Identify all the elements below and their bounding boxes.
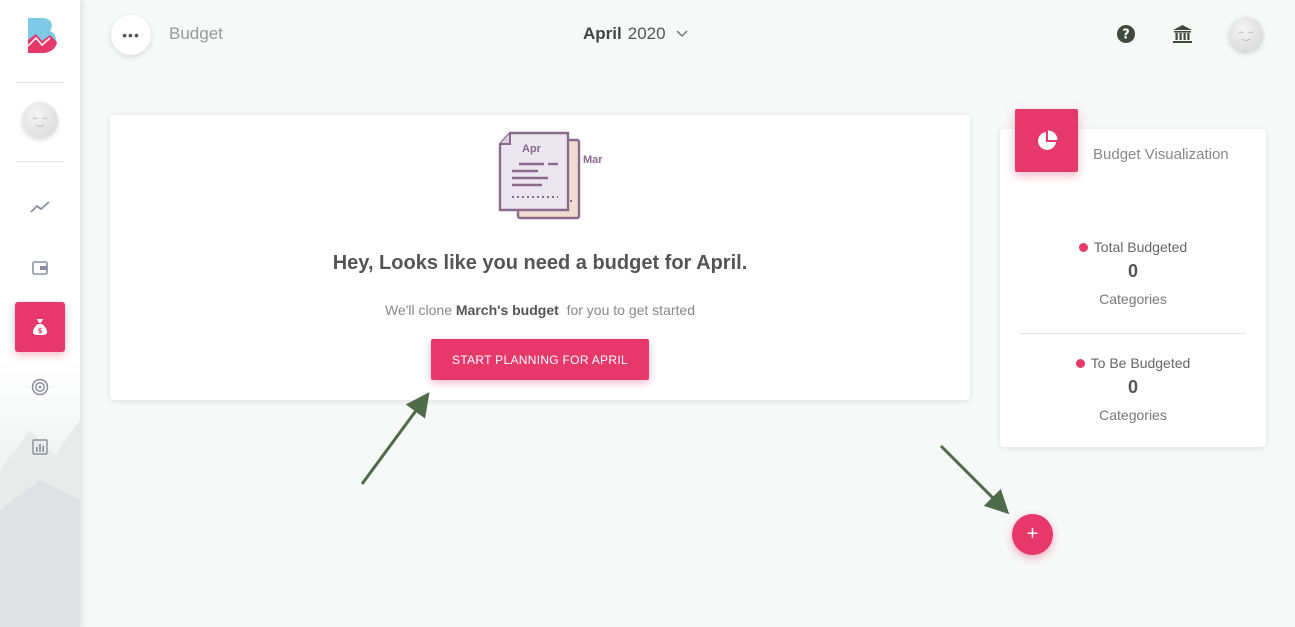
trend-line-icon [30,201,50,213]
user-avatar[interactable] [1229,17,1263,51]
chevron-down-icon [676,30,688,38]
wallet-icon [32,261,48,275]
legend-dot [1078,242,1088,252]
page-title: Budget [169,24,223,43]
sidebar-item-wallet[interactable] [15,243,65,293]
empty-state-heading: Hey, Looks like you need a budget for Ap… [332,252,748,274]
sidebar-item-reports[interactable] [15,422,65,472]
subtitle-strong: March's budget [455,302,559,318]
sidebar-avatar[interactable] [22,102,58,138]
to-be-budgeted-stat: To Be Budgeted 0 Categories [1000,355,1266,423]
more-dots-icon: ••• [122,27,140,43]
bank-icon[interactable] [1172,24,1194,46]
month-selector[interactable]: April 2020 [583,24,688,44]
documents-illustration: Apr Mar [498,131,623,226]
stat-label: Total Budgeted [1093,239,1188,255]
subtitle-suffix: for you to get started [558,302,695,318]
stat-unit: Categories [1099,407,1167,423]
pie-chart-tile [1015,109,1078,172]
help-circle-icon[interactable]: ? [1116,24,1138,46]
stat-unit: Categories [1099,291,1167,307]
start-planning-button[interactable]: START PLANNING FOR APRIL [431,339,649,380]
stat-divider [1020,333,1246,334]
stat-label: To Be Budgeted [1090,355,1191,371]
sidebar: $ [0,0,80,627]
subtitle-prefix: We'll clone [385,302,456,318]
app-logo[interactable] [26,16,60,56]
selected-year: 2020 [627,24,666,43]
annotation-arrow [939,444,1010,515]
pie-chart-icon [1037,130,1057,150]
target-icon [31,378,49,396]
add-button[interactable]: + [1012,514,1053,555]
legend-dot [1075,358,1085,368]
annotation-arrow [360,392,430,485]
total-budgeted-stat: Total Budgeted 0 Categories [1000,239,1266,307]
back-doc-label: Mar [583,154,603,166]
stat-value: 0 [1127,377,1138,397]
sidebar-item-goals[interactable] [15,362,65,412]
more-menu-button[interactable]: ••• [111,15,151,55]
budget-visualization-card: Budget Visualization Total Budgeted 0 Ca… [1000,129,1266,447]
empty-state-subtitle: We'll clone March's budget for you to ge… [110,302,970,318]
sidebar-divider [16,82,64,83]
bar-chart-icon [32,439,48,455]
stat-value: 0 [1127,261,1138,281]
sidebar-divider [16,161,64,162]
front-doc-label: Apr [522,143,542,155]
visualization-title: Budget Visualization [1093,146,1229,163]
sidebar-item-budget[interactable]: $ [15,302,65,352]
empty-budget-card: Apr Mar Hey, Looks like you need a budge… [110,115,970,400]
svg-text:$: $ [38,327,43,335]
selected-month: April [583,24,622,43]
money-bag-icon: $ [33,319,47,335]
sidebar-item-trends[interactable] [15,182,65,232]
svg-text:?: ? [1122,28,1130,43]
